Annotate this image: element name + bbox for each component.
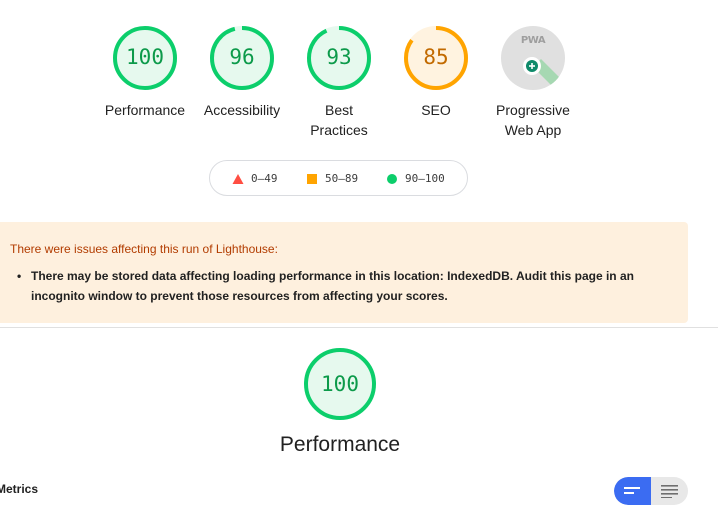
gauge-label-line: Performance [104, 102, 186, 118]
gauge-label-line: Accessibility [203, 102, 281, 118]
category-title: Performance [279, 433, 401, 456]
metrics-view-toggle [614, 477, 688, 505]
triangle-icon [232, 174, 244, 184]
legend-range: 90–100 [405, 172, 445, 185]
section-divider [0, 327, 718, 328]
gauge-label-line: SEO [421, 102, 451, 118]
gauge-label: SEO [381, 100, 491, 120]
gauge-label: Performance [90, 100, 200, 120]
lighthouse-report: 100 Performance 96 Accessibility 93 Best… [0, 0, 718, 505]
legend-range: 50–89 [325, 172, 359, 185]
legend-range: 0–49 [251, 172, 278, 185]
gauge-seo[interactable]: 85 SEO [381, 25, 491, 120]
circle-icon [387, 174, 397, 184]
list-view-icon [624, 487, 640, 494]
gauge-best-practices[interactable]: 93 Best Practices [284, 25, 394, 140]
gauge-score: 100 [126, 45, 164, 69]
gauge-ring: 85 [403, 25, 469, 91]
gauge-score: 96 [229, 45, 255, 69]
gauge-score: 85 [423, 45, 449, 69]
warning-title: There were issues affecting this run of … [10, 242, 278, 256]
detail-view-button[interactable] [651, 477, 688, 505]
gauge-accessibility[interactable]: 96 Accessibility [187, 25, 297, 120]
metrics-heading: Metrics [0, 482, 39, 496]
warning-item: There may be stored data affecting loadi… [31, 269, 634, 303]
bullet-icon: • [17, 269, 22, 283]
gauge-ring: 93 [306, 25, 372, 91]
detail-view-icon [661, 485, 678, 498]
gauge-ring: 100 [112, 25, 178, 91]
gauge-score: 93 [326, 45, 352, 69]
gauge-performance[interactable]: 100 Performance [90, 25, 200, 120]
gauge-pwa[interactable]: PWA Progressive Web App [478, 25, 588, 140]
gauge-label-line: Best [324, 102, 353, 118]
gauge-label: Best Practices [284, 100, 394, 140]
gauge-label: Progressive Web App [478, 100, 588, 140]
gauge-label-line: Progressive [496, 102, 570, 118]
list-view-button[interactable] [614, 477, 651, 505]
pwa-badge-text: PWA [520, 35, 546, 46]
run-warnings-box: There were issues affecting this run of … [0, 222, 688, 323]
pwa-badge: PWA [500, 25, 566, 91]
gauge-label-line: Practices [310, 122, 368, 138]
category-score: 100 [321, 372, 359, 396]
gauge-ring: 96 [209, 25, 275, 91]
warning-list: • There may be stored data affecting loa… [17, 266, 671, 306]
square-icon [307, 174, 317, 184]
category-gauge-performance: 100 [303, 347, 377, 421]
gauge-label-line: Web App [504, 122, 562, 138]
gauge-label: Accessibility [187, 100, 297, 120]
score-scale-legend: 0–49 50–89 90–100 [209, 160, 468, 196]
